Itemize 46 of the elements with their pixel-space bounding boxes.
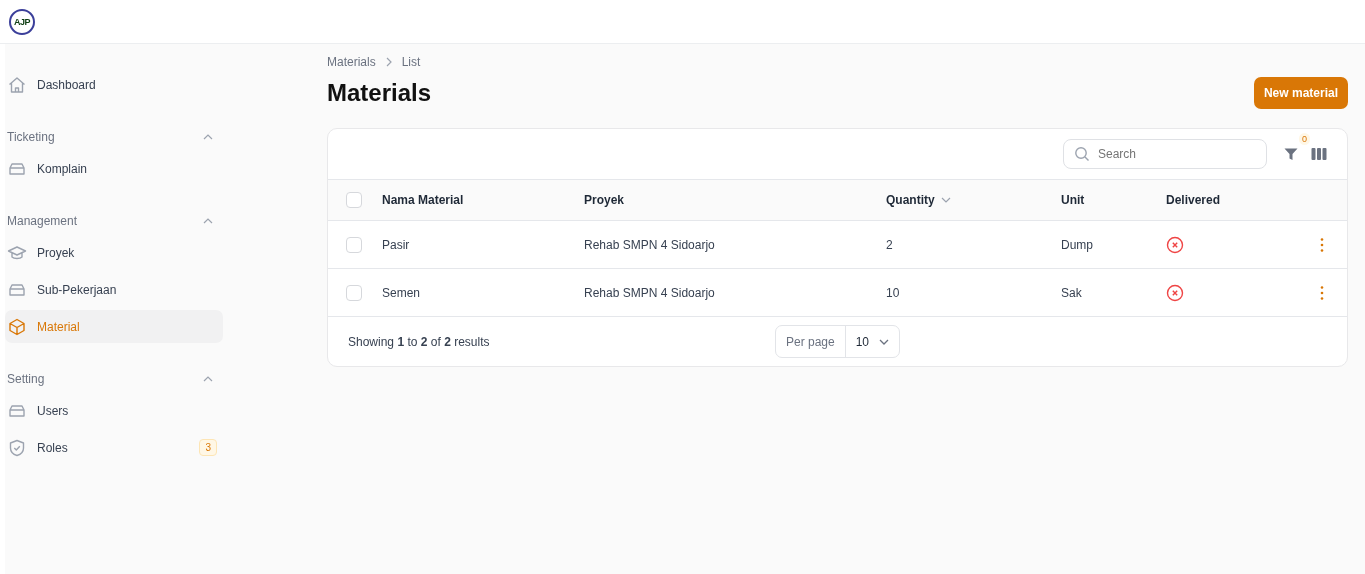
- home-icon: [7, 74, 27, 95]
- group-label: Ticketing: [7, 130, 55, 144]
- logo[interactable]: AJP: [9, 8, 35, 35]
- per-page-select[interactable]: Per page 10: [774, 325, 901, 358]
- group-label: Setting: [7, 372, 45, 386]
- table-cell-text: Dump: [1061, 237, 1094, 252]
- row-checkbox[interactable]: [346, 284, 362, 301]
- table-cell-text: 10: [886, 285, 901, 300]
- table-cell-text: Rehab SMPN 4 Sidoarjo: [584, 285, 716, 300]
- breadcrumb-link[interactable]: Materials: [327, 55, 376, 69]
- sidebar-item[interactable]: Komplain: [5, 152, 223, 185]
- columns-button[interactable]: [1309, 145, 1329, 163]
- column-header: Unit: [1061, 193, 1086, 207]
- table-cell-text: Pasir: [382, 237, 411, 252]
- chevron-icon[interactable]: [203, 134, 213, 140]
- row-checkbox[interactable]: [346, 236, 362, 253]
- chevron-icon[interactable]: [203, 376, 213, 382]
- group-label: Management: [7, 214, 78, 228]
- sidebar-item[interactable]: Users: [5, 394, 223, 427]
- results-summary: Showing 1 to 2 of 2 results: [348, 334, 491, 349]
- sidebar-item[interactable]: Roles 3: [5, 431, 223, 464]
- chevron-right-icon: [385, 57, 392, 67]
- more-icon[interactable]: [1319, 284, 1325, 301]
- count-badge: 3: [199, 439, 217, 456]
- column-header: Delivered: [1166, 193, 1222, 207]
- page-title: Materials: [327, 79, 432, 107]
- sidebar-item[interactable]: Proyek: [5, 236, 223, 269]
- filter-count-badge: 0: [1299, 133, 1310, 145]
- column-header: Proyek: [584, 193, 626, 207]
- table-cell-text: 2: [886, 237, 894, 252]
- table-cell-text: Semen: [382, 285, 422, 300]
- chevron-icon[interactable]: [203, 218, 213, 224]
- sort-header[interactable]: Quantity: [886, 193, 1061, 207]
- chevron-down-icon[interactable]: [940, 197, 951, 203]
- cube-icon: [7, 316, 27, 337]
- select-all-checkbox[interactable]: [346, 192, 362, 208]
- sidebar-item[interactable]: Sub-Pekerjaan: [5, 273, 223, 306]
- more-icon[interactable]: [1319, 236, 1325, 253]
- shield-icon: [7, 437, 27, 458]
- chevron-down-icon: [879, 338, 890, 345]
- search-field[interactable]: Search: [1063, 139, 1267, 169]
- sidebar-item[interactable]: Dashboard: [5, 68, 223, 101]
- table-cell-text: Rehab SMPN 4 Sidoarjo: [584, 237, 716, 252]
- breadcrumb-link[interactable]: List: [401, 55, 421, 69]
- column-header: Nama Material: [382, 193, 465, 207]
- table-cell-text: Sak: [1061, 285, 1083, 300]
